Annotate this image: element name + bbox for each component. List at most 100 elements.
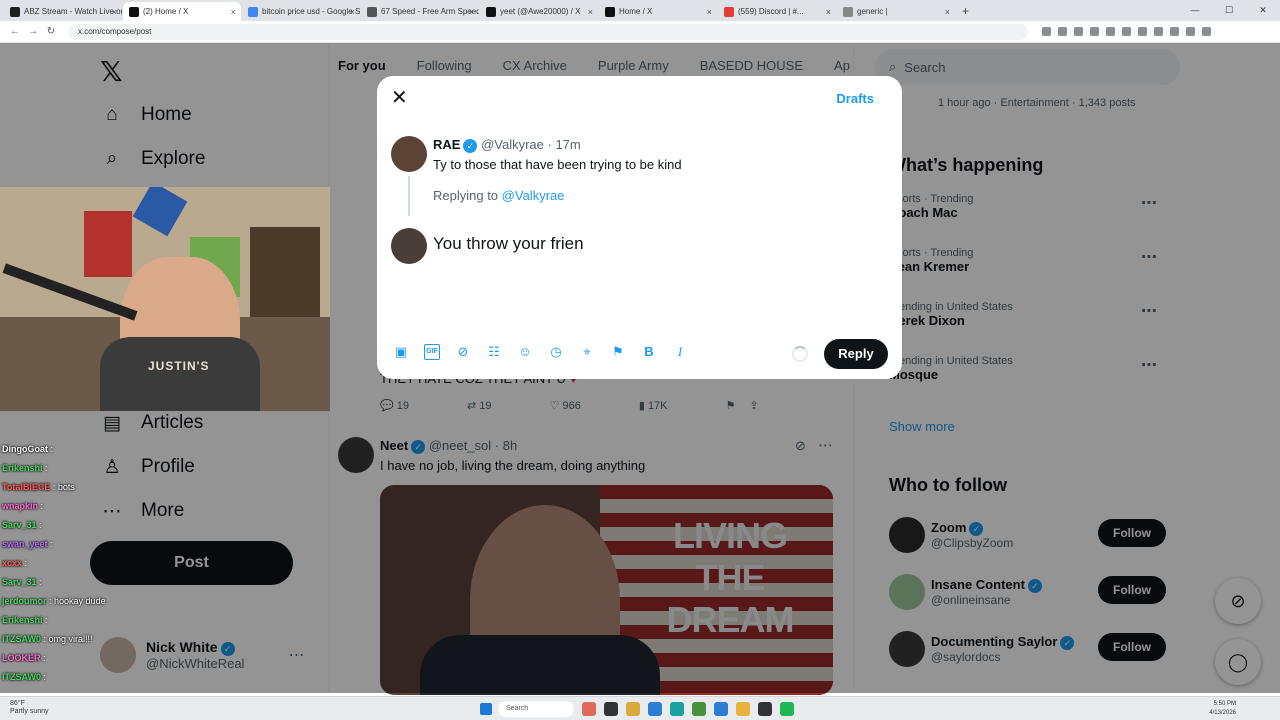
chat-username: LOOKER xyxy=(2,653,41,663)
app-icon[interactable] xyxy=(648,702,662,716)
drafts-button[interactable]: Drafts xyxy=(836,91,874,106)
app-icon[interactable] xyxy=(626,702,640,716)
extensions-bar xyxy=(1042,27,1211,36)
webcam-overlay: JUSTIN'S xyxy=(0,187,330,411)
chat-username: Erikenshi xyxy=(2,463,43,473)
close-tab-icon[interactable]: × xyxy=(945,7,950,17)
app-icon[interactable] xyxy=(582,702,596,716)
close-tab-icon[interactable]: × xyxy=(588,7,593,17)
chrome-icon[interactable] xyxy=(736,702,750,716)
extension-icon[interactable] xyxy=(1154,27,1163,36)
browser-tab-strip: ABZ Stream - Watch Live on Ci×(2) Home /… xyxy=(0,0,1280,21)
browser-tab-label: Home / X xyxy=(619,7,653,16)
weather-widget[interactable]: 86°F Partly sunny xyxy=(10,700,49,716)
maximize-icon[interactable]: ☐ xyxy=(1212,0,1246,21)
close-tab-icon[interactable]: × xyxy=(112,7,117,17)
browser-tab[interactable]: 67 Speed - Free Arm Speed Ch× xyxy=(361,2,479,21)
bold-icon[interactable]: B xyxy=(641,344,657,360)
stream-chat: DingoGoat : Erikenshi : TotalBIECE : bot… xyxy=(2,440,142,687)
replying-handle-link[interactable]: @Valkyrae xyxy=(502,188,565,203)
favicon-icon xyxy=(724,6,734,17)
app-icon[interactable] xyxy=(604,702,618,716)
chat-message: Sarv_31 : xyxy=(2,573,142,592)
app-icon[interactable] xyxy=(758,702,772,716)
windows-taskbar: 86°F Partly sunny Search 5:50 PM 4/13/20… xyxy=(0,696,1280,720)
extension-icon[interactable] xyxy=(1170,27,1179,36)
browser-tab-label: yeet (@Awe20000) / X xyxy=(500,7,581,16)
chat-message: Erikenshi : xyxy=(2,459,142,478)
chat-message: LOOKER : xyxy=(2,649,142,668)
close-tab-icon[interactable]: × xyxy=(231,7,236,17)
forward-icon[interactable]: → xyxy=(24,26,42,37)
extension-icon[interactable] xyxy=(1106,27,1115,36)
taskbar-search[interactable]: Search xyxy=(498,701,574,717)
extension-icon[interactable] xyxy=(1090,27,1099,36)
favicon-icon xyxy=(843,6,853,17)
clock[interactable]: 5:50 PM 4/13/2026 xyxy=(1209,700,1236,718)
chat-message: ITZSAW0 : omg viral!!! xyxy=(2,630,142,649)
extension-icon[interactable] xyxy=(1186,27,1195,36)
schedule-icon[interactable]: ◷ xyxy=(548,344,564,360)
chat-separator: : xyxy=(50,482,58,492)
app-icon[interactable] xyxy=(714,702,728,716)
extension-icon[interactable] xyxy=(1202,27,1211,36)
close-window-icon[interactable]: ✕ xyxy=(1246,0,1280,21)
grok-icon[interactable]: ⊘ xyxy=(455,344,471,360)
chat-text: omg viral!!! xyxy=(48,634,93,644)
poll-icon[interactable]: ☷ xyxy=(486,344,502,360)
browser-tab[interactable]: generic | × xyxy=(837,2,955,21)
chat-message: wnapkin : xyxy=(2,497,142,516)
extension-icon[interactable] xyxy=(1074,27,1083,36)
chat-text: hookay dude xyxy=(54,596,106,606)
extension-icon[interactable] xyxy=(1138,27,1147,36)
close-tab-icon[interactable]: × xyxy=(469,7,474,17)
back-icon[interactable]: ← xyxy=(6,26,24,37)
browser-tab[interactable]: yeet (@Awe20000) / X × xyxy=(480,2,598,21)
browser-tab[interactable]: ABZ Stream - Watch Live on Ci× xyxy=(4,2,122,21)
browser-tab[interactable]: (559) Discord | #... × xyxy=(718,2,836,21)
chat-username: DingoGoat xyxy=(2,444,48,454)
favicon-icon xyxy=(486,6,496,17)
character-counter xyxy=(792,346,808,362)
gif-icon[interactable]: GIF xyxy=(424,344,440,360)
address-bar: ← → ↻ x.com/compose/post xyxy=(0,21,1280,43)
close-tab-icon[interactable]: × xyxy=(707,7,712,17)
chat-message: swan_yeet : xyxy=(2,535,142,554)
webcam-decor xyxy=(250,227,320,317)
minimize-icon[interactable]: — xyxy=(1178,0,1212,21)
flag-icon[interactable]: ⚑ xyxy=(610,344,626,360)
url-field[interactable]: x.com/compose/post xyxy=(68,23,1028,40)
browser-tab[interactable]: (2) Home / X × xyxy=(123,2,241,21)
chat-message: Sarv_31 : xyxy=(2,516,142,535)
close-tab-icon[interactable]: × xyxy=(350,7,355,17)
italic-icon[interactable]: I xyxy=(672,344,688,360)
quoted-author: RAE ✓ @Valkyrae · 17m xyxy=(433,137,581,153)
new-tab-icon[interactable]: + xyxy=(962,4,969,18)
extension-icon[interactable] xyxy=(1058,27,1067,36)
start-icon[interactable] xyxy=(480,703,492,715)
reload-icon[interactable]: ↻ xyxy=(42,26,60,37)
chat-separator: : xyxy=(48,444,54,454)
browser-tab-label: (559) Discord | #... xyxy=(738,7,804,16)
close-icon[interactable]: ✕ xyxy=(391,88,408,108)
emoji-icon[interactable]: ☺ xyxy=(517,344,533,360)
chat-message: jerdoumor : hookay dude xyxy=(2,592,142,611)
reply-textarea[interactable]: You throw your frien xyxy=(433,234,873,254)
extension-icon[interactable] xyxy=(1042,27,1051,36)
chat-separator: : xyxy=(41,672,47,682)
app-icon[interactable] xyxy=(692,702,706,716)
close-tab-icon[interactable]: × xyxy=(826,7,831,17)
clock-time: 5:50 PM xyxy=(1213,701,1236,707)
quoted-tweet-text: Ty to those that have been trying to be … xyxy=(433,157,682,172)
spotify-icon[interactable] xyxy=(780,702,794,716)
browser-tab[interactable]: Home / X × xyxy=(599,2,717,21)
browser-tab[interactable]: bitcoin price usd - Google Sea × xyxy=(242,2,360,21)
extension-icon[interactable] xyxy=(1122,27,1131,36)
reply-button[interactable]: Reply xyxy=(824,339,888,369)
location-icon[interactable]: ⌖ xyxy=(579,344,595,360)
image-icon[interactable]: ▣ xyxy=(393,344,409,360)
chat-username: ITZSAW0 xyxy=(2,672,42,682)
chat-message: xcxx : xyxy=(2,554,142,573)
avatar xyxy=(391,136,427,172)
app-icon[interactable] xyxy=(670,702,684,716)
